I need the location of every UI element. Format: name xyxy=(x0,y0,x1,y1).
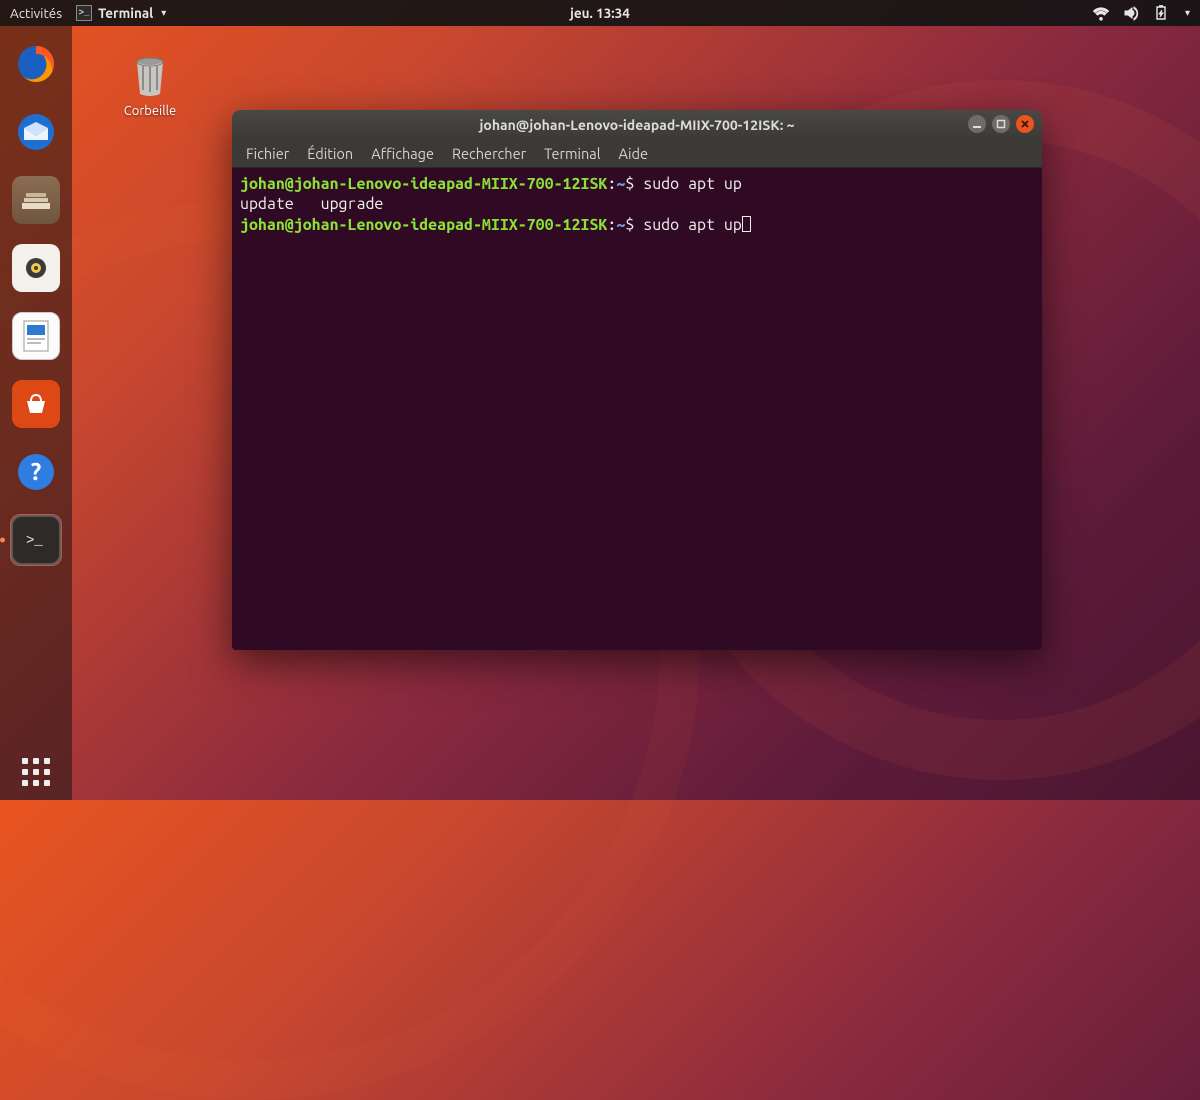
dock-thunderbird[interactable] xyxy=(10,106,62,158)
firefox-icon xyxy=(14,42,58,86)
dock-terminal[interactable]: >_ xyxy=(10,514,62,566)
dock-ubuntu-software[interactable] xyxy=(10,378,62,430)
svg-text:?: ? xyxy=(31,458,42,485)
app-menu-label: Terminal xyxy=(98,5,153,21)
terminal-small-icon: >_ xyxy=(76,5,92,21)
prompt-path: ~ xyxy=(616,175,625,193)
menu-terminal[interactable]: Terminal xyxy=(544,145,600,162)
activities-button[interactable]: Activités xyxy=(10,5,62,21)
chevron-down-icon: ▾ xyxy=(1185,7,1190,19)
apps-grid-icon xyxy=(22,758,50,786)
volume-icon xyxy=(1123,5,1139,21)
terminal-body[interactable]: johan@johan-Lenovo-ideapad-MIIX-700-12IS… xyxy=(232,168,1042,650)
prompt-user: johan@johan-Lenovo-ideapad-MIIX-700-12IS… xyxy=(240,175,607,193)
svg-text:>_: >_ xyxy=(26,533,43,549)
show-applications-button[interactable] xyxy=(0,758,72,786)
battery-icon xyxy=(1153,5,1169,21)
prompt-dollar: $ xyxy=(625,216,634,234)
app-menu[interactable]: >_ Terminal ▾ xyxy=(76,5,166,21)
menu-help[interactable]: Aide xyxy=(619,145,648,162)
prompt-sep: : xyxy=(607,216,616,234)
help-icon: ? xyxy=(14,450,58,494)
window-titlebar[interactable]: johan@johan-Lenovo-ideapad-MIIX-700-12IS… xyxy=(232,110,1042,140)
maximize-icon xyxy=(996,119,1006,129)
menu-file[interactable]: Fichier xyxy=(246,145,289,162)
dock: ? >_ xyxy=(0,26,72,800)
minimize-icon xyxy=(972,119,982,129)
menu-view[interactable]: Affichage xyxy=(371,145,434,162)
prompt-dollar: $ xyxy=(625,175,634,193)
menu-edit[interactable]: Édition xyxy=(307,145,353,162)
system-status-area[interactable]: ▾ xyxy=(1093,5,1190,21)
clock[interactable]: jeu. 13:34 xyxy=(570,5,630,21)
dock-rhythmbox[interactable] xyxy=(10,242,62,294)
dock-help[interactable]: ? xyxy=(10,446,62,498)
wifi-icon xyxy=(1093,5,1109,21)
dock-firefox[interactable] xyxy=(10,38,62,90)
ubuntu-software-icon xyxy=(12,380,60,428)
top-bar: Activités >_ Terminal ▾ jeu. 13:34 ▾ xyxy=(0,0,1200,26)
chevron-down-icon: ▾ xyxy=(161,7,166,19)
desktop-trash-label: Corbeille xyxy=(124,104,176,118)
terminal-icon: >_ xyxy=(12,516,60,564)
terminal-line-2: update upgrade xyxy=(240,195,383,213)
libreoffice-writer-icon xyxy=(12,312,60,360)
terminal-line-1: sudo apt up xyxy=(634,175,742,193)
menu-search[interactable]: Rechercher xyxy=(452,145,526,162)
prompt-sep: : xyxy=(607,175,616,193)
terminal-line-3: sudo apt up xyxy=(634,216,742,234)
files-icon xyxy=(12,176,60,224)
window-close-button[interactable] xyxy=(1016,115,1034,133)
terminal-cursor xyxy=(742,216,751,232)
rhythmbox-icon xyxy=(12,244,60,292)
dock-files[interactable] xyxy=(10,174,62,226)
close-icon xyxy=(1020,119,1030,129)
window-minimize-button[interactable] xyxy=(968,115,986,133)
dock-libreoffice-writer[interactable] xyxy=(10,310,62,362)
trash-icon xyxy=(126,52,174,100)
prompt-user: johan@johan-Lenovo-ideapad-MIIX-700-12IS… xyxy=(240,216,607,234)
prompt-path: ~ xyxy=(616,216,625,234)
terminal-window: johan@johan-Lenovo-ideapad-MIIX-700-12IS… xyxy=(232,110,1042,650)
window-maximize-button[interactable] xyxy=(992,115,1010,133)
thunderbird-icon xyxy=(14,110,58,154)
desktop-trash[interactable]: Corbeille xyxy=(110,52,190,118)
terminal-menubar: Fichier Édition Affichage Rechercher Ter… xyxy=(232,140,1042,168)
window-title: johan@johan-Lenovo-ideapad-MIIX-700-12IS… xyxy=(480,117,795,133)
